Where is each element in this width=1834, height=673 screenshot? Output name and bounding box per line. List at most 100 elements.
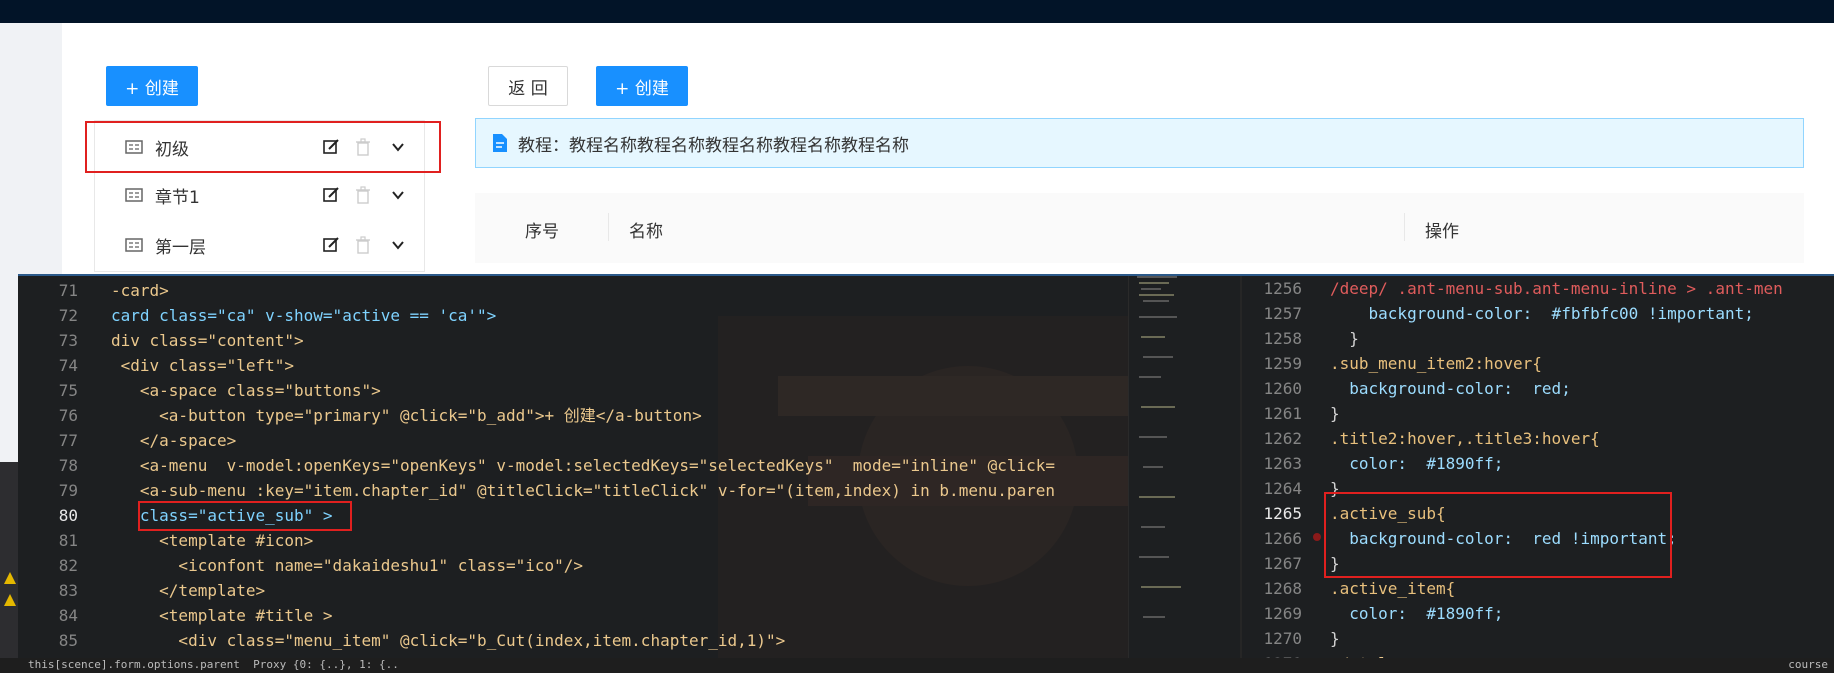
code-line[interactable]: 83 </template>	[18, 578, 1118, 603]
code-line[interactable]: 1260 background-color: red;	[1242, 376, 1834, 401]
code-line[interactable]: 1257 background-color: #fbfbfc00 !import…	[1242, 301, 1834, 326]
code-line[interactable]: 73 div class="content">	[18, 328, 1118, 353]
code-text: color: #1890ff;	[1330, 604, 1504, 623]
chevron-down-icon[interactable]	[390, 237, 406, 253]
warning-icon	[4, 594, 16, 606]
line-number: 1269	[1263, 604, 1302, 623]
code-line[interactable]: 1263 color: #1890ff;	[1242, 451, 1834, 476]
code-text: }	[1330, 404, 1340, 423]
column-divider	[608, 213, 609, 241]
book-icon	[125, 238, 143, 252]
column-header-name: 名称	[629, 222, 663, 242]
table-header: 序号 名称 操作	[475, 193, 1804, 263]
line-number: 75	[58, 381, 78, 400]
css-editor-pane: 1256/deep/ .ant-menu-sub.ant-menu-inline…	[1242, 276, 1834, 673]
code-line[interactable]: 1262 .title2:hover,.title3:hover{	[1242, 426, 1834, 451]
code-editor: 71 -card> 72 card class="ca" v-show="activ…	[18, 274, 1834, 673]
alert-text: 教程：教程名称教程名称教程名称教程名称教程名称	[518, 135, 909, 156]
chevron-down-icon[interactable]	[390, 187, 406, 203]
column-divider	[1404, 213, 1405, 241]
edit-icon[interactable]	[322, 186, 340, 204]
code-text: color: #1890ff;	[1330, 454, 1504, 473]
line-number: 81	[58, 531, 78, 550]
code-text: <a-menu v-model:openKeys="openKeys" v-mo…	[111, 456, 1056, 475]
tutorial-info-alert: 教程：教程名称教程名称教程名称教程名称教程名称	[475, 118, 1804, 168]
create-button[interactable]: + 创建	[106, 66, 198, 106]
line-number: 83	[58, 581, 78, 600]
minimap-preview	[1137, 276, 1181, 618]
code-text: <a-sub-menu :key="item.chapter_id" @titl…	[111, 481, 1056, 500]
line-number: 73	[58, 331, 78, 350]
line-number: 1267	[1263, 554, 1302, 573]
code-line[interactable]: 85 <div class="menu_item" @click="b_Cut(…	[18, 628, 1118, 653]
code-text: div class="content">	[111, 331, 304, 350]
code-line[interactable]: 71 -card>	[18, 278, 1118, 303]
debug-expression: this[scence].form.options.parent Proxy {…	[28, 658, 399, 671]
code-line[interactable]: 74 <div class="left">	[18, 353, 1118, 378]
code-text: .active_item{	[1330, 579, 1456, 598]
code-line[interactable]: 76 <a-button type="primary" @click="b_ad…	[18, 403, 1118, 428]
delete-icon[interactable]	[354, 186, 372, 204]
delete-icon[interactable]	[354, 236, 372, 254]
line-number: 78	[58, 456, 78, 475]
highlight-box-menu	[85, 121, 441, 173]
back-button[interactable]: 返 回	[488, 66, 568, 106]
create-button-secondary[interactable]: + 创建	[596, 66, 688, 106]
line-number: 1265	[1263, 504, 1302, 523]
code-line[interactable]: 1258 }	[1242, 326, 1834, 351]
code-line[interactable]: 78 <a-menu v-model:openKeys="openKeys" v…	[18, 453, 1118, 478]
code-text: }	[1330, 329, 1359, 348]
highlight-box-css	[1324, 492, 1672, 578]
code-line[interactable]: 1256/deep/ .ant-menu-sub.ant-menu-inline…	[1242, 276, 1834, 301]
code-text: card class="ca" v-show="active == 'ca'">	[111, 306, 497, 325]
edit-icon[interactable]	[322, 236, 340, 254]
highlight-box-code	[138, 501, 352, 531]
code-text: /deep/ .ant-menu-sub.ant-menu-inline > .…	[1330, 279, 1783, 298]
line-number: 1266	[1263, 529, 1302, 548]
line-number: 1268	[1263, 579, 1302, 598]
line-number: 77	[58, 431, 78, 450]
code-line[interactable]: 81 <template #icon>	[18, 528, 1118, 553]
code-text: <iconfont name="dakaideshu1" class="ico"…	[111, 556, 584, 575]
line-number: 80	[58, 506, 78, 525]
line-number: 1260	[1263, 379, 1302, 398]
column-header-index: 序号	[525, 222, 559, 242]
menu-item-layer1[interactable]: 第一层	[95, 221, 426, 269]
code-text: <div class="menu_item" @click="b_Cut(ind…	[111, 631, 786, 650]
code-line[interactable]: 1270}	[1242, 626, 1834, 651]
line-number: 1264	[1263, 479, 1302, 498]
menu-item-chapter1[interactable]: 章节1	[95, 171, 426, 219]
code-text: <template #title >	[111, 606, 333, 625]
warning-icon	[4, 572, 16, 584]
code-line[interactable]: 1269 color: #1890ff;	[1242, 601, 1834, 626]
code-line[interactable]: 82 <iconfont name="dakaideshu1" class="i…	[18, 553, 1118, 578]
code-text: <a-space class="buttons">	[111, 381, 381, 400]
code-line[interactable]: 72 card class="ca" v-show="active == 'ca'…	[18, 303, 1118, 328]
document-icon	[493, 134, 507, 152]
column-header-actions: 操作	[1425, 222, 1459, 242]
line-number: 82	[58, 556, 78, 575]
code-line[interactable]: 75 <a-space class="buttons">	[18, 378, 1118, 403]
code-line[interactable]: 1268 .active_item{	[1242, 576, 1834, 601]
line-number: 1259	[1263, 354, 1302, 373]
code-line[interactable]: 77 </a-space>	[18, 428, 1118, 453]
code-line[interactable]: 1259 .sub_menu_item2:hover{	[1242, 351, 1834, 376]
code-text: .title2:hover,.title3:hover{	[1330, 429, 1600, 448]
line-number: 1262	[1263, 429, 1302, 448]
line-number: 76	[58, 406, 78, 425]
line-number: 1270	[1263, 629, 1302, 648]
debug-status-bar: this[scence].form.options.parent Proxy {…	[0, 658, 1834, 673]
code-line[interactable]: 84 <template #title >	[18, 603, 1118, 628]
minimap[interactable]	[1128, 276, 1238, 673]
code-text: background-color: red;	[1330, 379, 1571, 398]
breakpoint-icon[interactable]	[1312, 532, 1322, 542]
menu-item-label: 第一层	[155, 237, 206, 258]
code-line[interactable]: 1261}	[1242, 401, 1834, 426]
menu-item-label: 章节1	[155, 187, 200, 208]
line-number: 85	[58, 631, 78, 650]
code-text: .sub_menu_item2:hover{	[1330, 354, 1542, 373]
top-navigation-bar	[0, 0, 1834, 23]
code-text: -card>	[111, 281, 169, 300]
code-text: }	[1330, 629, 1340, 648]
code-line[interactable]: 79 <a-sub-menu :key="item.chapter_id" @t…	[18, 478, 1118, 503]
